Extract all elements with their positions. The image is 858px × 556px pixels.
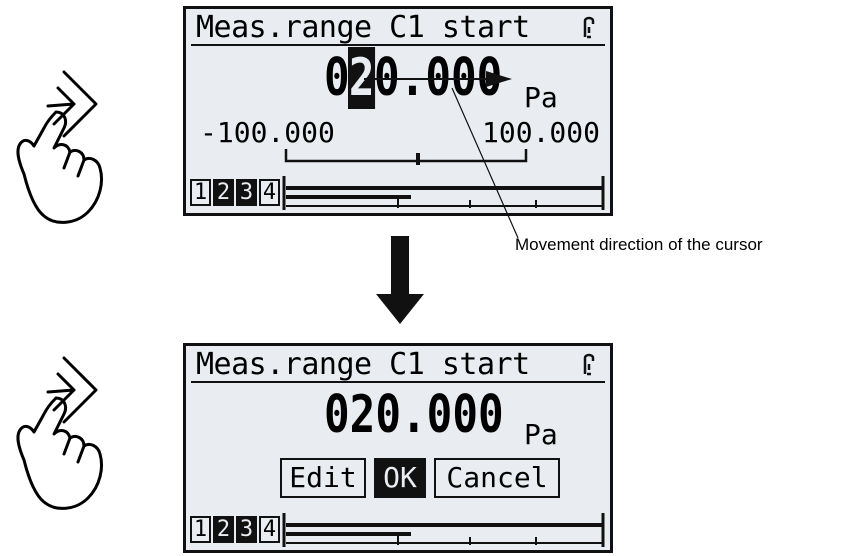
bargraph	[282, 513, 605, 547]
title-divider	[191, 381, 605, 383]
value-display: 020.000	[324, 385, 504, 445]
cancel-button[interactable]: Cancel	[434, 458, 560, 498]
down-arrow-icon	[376, 236, 424, 324]
cursor-direction-caption: Movement direction of the cursor	[515, 235, 763, 254]
ok-button[interactable]: OK	[374, 458, 426, 498]
status-bar: 1 2 3 4	[186, 513, 610, 551]
edit-button[interactable]: Edit	[280, 458, 366, 498]
screen-title: Meas.range C1 start	[196, 347, 530, 382]
unit-label: Pa	[524, 418, 558, 451]
display-screen-confirm: Meas.range C1 start 020.000 Pa Edit OK C…	[183, 343, 613, 553]
lock-icon	[583, 353, 595, 376]
